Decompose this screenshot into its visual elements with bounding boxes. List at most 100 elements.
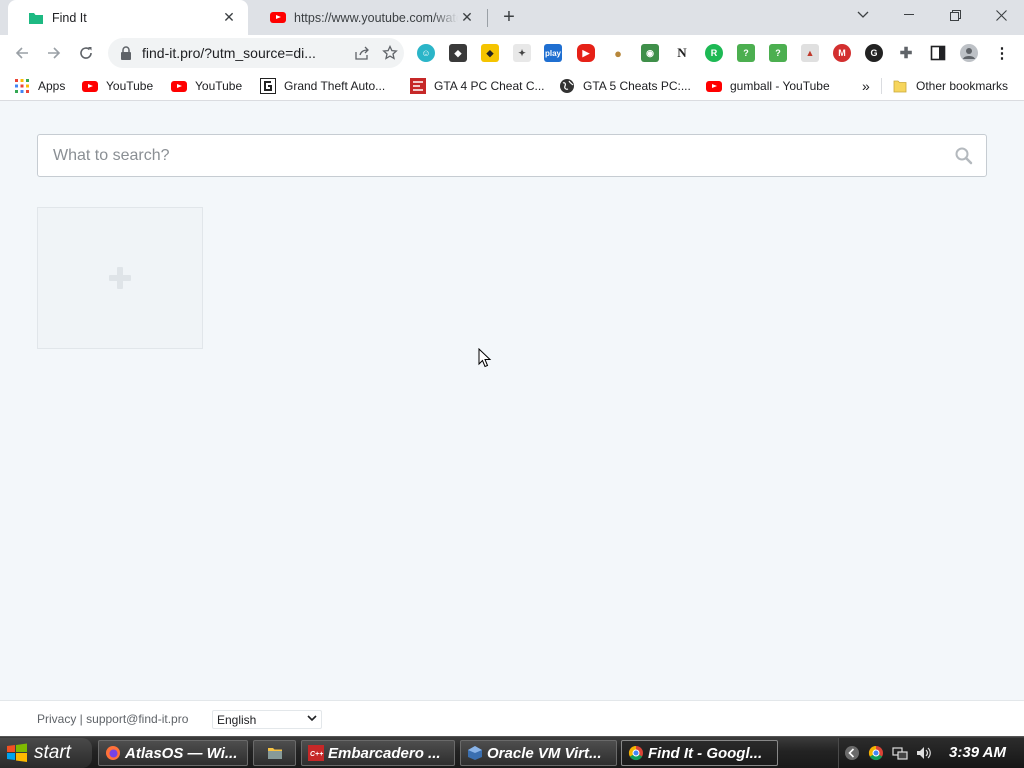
other-bookmarks-folder[interactable]: Other bookmarks bbox=[892, 76, 1008, 96]
plus-icon bbox=[109, 267, 131, 289]
language-select[interactable]: English bbox=[212, 710, 322, 729]
bookmark-gta[interactable]: Grand Theft Auto... bbox=[260, 76, 385, 96]
footer-links: Privacy | support@find-it.pro bbox=[37, 712, 188, 726]
bookmark-label: Grand Theft Auto... bbox=[284, 79, 386, 93]
ext-play-icon[interactable]: play bbox=[544, 44, 562, 62]
clock: 3:39 AM bbox=[949, 744, 1006, 761]
task-embarcadero[interactable]: C++ Embarcadero ... bbox=[301, 740, 455, 766]
bookmark-label: GTA 5 Cheats PC:... bbox=[583, 79, 691, 93]
ext-2-icon[interactable]: ◆ bbox=[449, 44, 467, 62]
minimize-icon[interactable] bbox=[886, 0, 932, 30]
tab-search-chevron-icon[interactable] bbox=[840, 0, 886, 30]
search-icon[interactable] bbox=[954, 146, 974, 166]
reload-icon[interactable] bbox=[72, 39, 100, 67]
chevron-down-icon bbox=[307, 713, 317, 726]
ext-n-icon[interactable]: N bbox=[673, 44, 691, 62]
tab-close-icon[interactable]: ✕ bbox=[458, 9, 476, 27]
volume-icon[interactable] bbox=[916, 745, 932, 761]
ext-15-icon[interactable]: G bbox=[865, 44, 883, 62]
system-tray: 3:39 AM bbox=[838, 738, 1024, 768]
ext-13-icon[interactable]: ▲ bbox=[801, 44, 819, 62]
start-label: start bbox=[34, 742, 71, 763]
lock-icon[interactable] bbox=[120, 46, 132, 60]
tab-find-it[interactable]: Find It ✕ bbox=[8, 0, 248, 35]
share-icon[interactable] bbox=[348, 39, 376, 67]
ext-12-icon[interactable]: ? bbox=[769, 44, 787, 62]
bookmark-apps[interactable]: Apps bbox=[14, 76, 65, 96]
bookmark-youtube-2[interactable]: YouTube bbox=[171, 76, 242, 96]
youtube-icon bbox=[171, 78, 187, 94]
profile-avatar-icon[interactable] bbox=[960, 44, 978, 62]
bookmarks-divider bbox=[881, 78, 882, 94]
youtube-icon bbox=[706, 78, 722, 94]
windows-taskbar: start AtlasOS — Wi... C++ Embarcadero ..… bbox=[0, 736, 1024, 768]
back-arrow-icon[interactable] bbox=[8, 39, 36, 67]
ext-11-icon[interactable]: ? bbox=[737, 44, 755, 62]
ext-6-icon[interactable]: ▶ bbox=[577, 44, 595, 62]
tab-youtube[interactable]: https://www.youtube.com/watch ✕ bbox=[250, 0, 486, 35]
bookmark-label: YouTube bbox=[106, 79, 154, 93]
start-button[interactable]: start bbox=[0, 738, 92, 768]
support-email-link[interactable]: support@find-it.pro bbox=[86, 712, 188, 726]
ext-r-icon[interactable]: R bbox=[705, 44, 723, 62]
restore-icon[interactable] bbox=[932, 0, 978, 30]
youtube-icon bbox=[82, 78, 98, 94]
ext-7-icon[interactable]: ● bbox=[609, 44, 627, 62]
network-icon[interactable] bbox=[892, 745, 908, 761]
url-text[interactable]: find-it.pro/?utm_source=di... bbox=[142, 45, 348, 61]
page-footer: Privacy | support@find-it.pro English bbox=[0, 700, 1024, 736]
folder-icon bbox=[267, 748, 282, 759]
tab-title: https://www.youtube.com/watch bbox=[294, 10, 458, 25]
extensions-puzzle-icon[interactable]: ✚ bbox=[897, 44, 915, 62]
new-tab-button[interactable]: + bbox=[498, 6, 520, 28]
chrome-icon bbox=[628, 745, 643, 761]
firefox-icon bbox=[106, 746, 120, 760]
add-shortcut-tile[interactable] bbox=[37, 207, 203, 349]
bookmark-gumball[interactable]: gumball - YouTube bbox=[706, 76, 830, 96]
language-value: English bbox=[217, 712, 257, 727]
task-label: Embarcadero ... bbox=[328, 744, 441, 762]
cheats-site-icon bbox=[410, 78, 426, 94]
mouse-cursor-icon bbox=[478, 348, 492, 368]
bookmark-gta4-cheats[interactable]: GTA 4 PC Cheat C... bbox=[410, 76, 544, 96]
apps-grid-icon bbox=[14, 78, 30, 94]
bookmark-youtube-1[interactable]: YouTube bbox=[82, 76, 153, 96]
browser-toolbar: find-it.pro/?utm_source=di... ☺ ◆ ◆ ✦ pl… bbox=[0, 35, 1024, 71]
bookmark-label: Other bookmarks bbox=[916, 79, 1009, 93]
task-virtualbox[interactable]: Oracle VM Virt... bbox=[460, 740, 617, 766]
find-it-page bbox=[0, 102, 1024, 700]
tab-divider bbox=[487, 9, 488, 27]
bookmark-star-icon[interactable] bbox=[376, 39, 404, 67]
ext-4-icon[interactable]: ✦ bbox=[513, 44, 531, 62]
bookmark-gta5-cheats[interactable]: GTA 5 Cheats PC:... bbox=[559, 76, 691, 96]
find-it-favicon-icon bbox=[29, 12, 43, 24]
ext-8-icon[interactable]: ◉ bbox=[641, 44, 659, 62]
menu-kebab-icon[interactable]: ⋮ bbox=[993, 44, 1011, 62]
forward-arrow-icon[interactable] bbox=[40, 39, 68, 67]
ext-3-icon[interactable]: ◆ bbox=[481, 44, 499, 62]
tab-close-icon[interactable]: ✕ bbox=[220, 9, 238, 27]
ext-m-icon[interactable]: M bbox=[833, 44, 851, 62]
tab-title: Find It bbox=[52, 10, 87, 25]
bookmark-label: GTA 4 PC Cheat C... bbox=[434, 79, 545, 93]
embarcadero-devcpp-icon: C++ bbox=[308, 745, 324, 761]
task-find-it-chrome[interactable]: Find It - Googl... bbox=[621, 740, 778, 766]
bookmark-label: YouTube bbox=[195, 79, 243, 93]
privacy-link[interactable]: Privacy bbox=[37, 712, 76, 726]
ext-1-icon[interactable]: ☺ bbox=[417, 44, 435, 62]
folder-icon bbox=[892, 78, 908, 94]
chrome-tray-icon[interactable] bbox=[868, 745, 884, 761]
side-panel-icon[interactable] bbox=[929, 44, 947, 62]
task-file-explorer[interactable] bbox=[253, 740, 296, 766]
search-input[interactable] bbox=[38, 135, 938, 176]
bookmarks-overflow-chevron-icon[interactable]: » bbox=[862, 76, 870, 96]
close-window-icon[interactable] bbox=[978, 0, 1024, 30]
task-atlasos-firefox[interactable]: AtlasOS — Wi... bbox=[98, 740, 248, 766]
address-bar[interactable]: find-it.pro/?utm_source=di... bbox=[108, 38, 404, 68]
footer-separator: | bbox=[76, 712, 87, 726]
windows-flag-icon bbox=[7, 743, 27, 762]
task-label: AtlasOS — Wi... bbox=[125, 744, 238, 762]
gta-logo-icon bbox=[260, 78, 276, 94]
bookmarks-bar: Apps YouTube YouTube Grand Theft Auto...… bbox=[0, 71, 1024, 101]
tray-expand-icon[interactable] bbox=[844, 745, 860, 761]
